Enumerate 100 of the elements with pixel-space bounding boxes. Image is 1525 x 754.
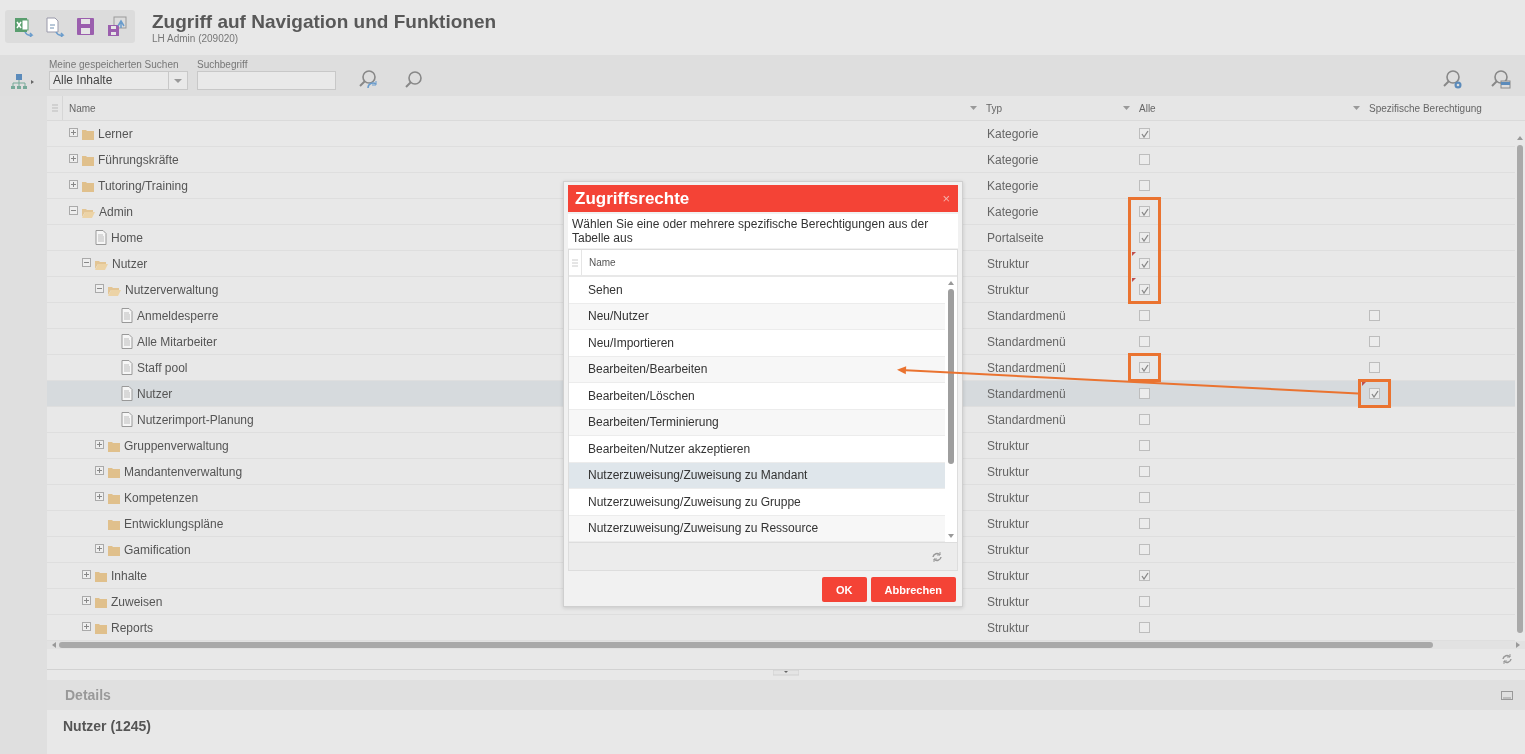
permission-row[interactable]: Nutzerzuweisung/Zuweisung zu Mandant [569,462,945,489]
checkbox[interactable] [1139,596,1150,607]
field-label: Meine gespeicherten Suchen [49,59,180,70]
checkbox[interactable] [1139,258,1150,269]
cancel-button[interactable]: Abbrechen [870,577,956,602]
folder-icon [82,153,94,166]
tree-row[interactable]: Lerner [47,121,980,147]
collapse-icon[interactable] [95,284,104,293]
checkbox[interactable] [1139,336,1150,347]
expand-icon[interactable] [82,570,91,579]
permission-row[interactable]: Neu/Importieren [569,330,945,357]
save-upload-icon[interactable] [106,16,127,37]
expand-icon[interactable] [82,622,91,631]
checkbox[interactable] [1369,310,1380,321]
scroll-right-icon[interactable] [1516,642,1520,648]
permission-row[interactable]: Sehen [569,277,945,304]
permission-label: Bearbeiten/Bearbeiten [588,362,708,377]
expand-icon[interactable] [95,544,104,553]
tree-view-icon[interactable] [10,73,35,90]
checkbox[interactable] [1369,336,1380,347]
checkbox[interactable] [1139,388,1150,399]
page-icon [121,360,133,375]
checkbox[interactable] [1369,362,1380,373]
tree-item-label: Nutzerverwaltung [125,282,219,297]
permission-row[interactable]: Nutzerzuweisung/Zuweisung zu Gruppe [569,489,945,516]
type-cell: Struktur [987,516,1029,531]
collapse-icon[interactable] [82,258,91,267]
column-header[interactable]: Spezifische Berechtigung [1363,102,1482,114]
type-cell: Struktur [987,464,1029,479]
checkbox[interactable] [1139,180,1150,191]
expand-icon[interactable] [95,466,104,475]
save-search-icon[interactable] [1490,69,1511,90]
column-header[interactable]: Name [63,102,96,114]
expand-icon[interactable] [69,154,78,163]
filter-caret-icon[interactable] [970,106,977,110]
type-cell: Kategorie [987,126,1039,141]
expand-icon[interactable] [69,180,78,189]
checkbox[interactable] [1139,414,1150,425]
tree-item-label: Nutzerimport-Planung [137,412,254,427]
permission-row[interactable]: Nutzerzuweisung/Zuweisung zu Ressource [569,515,945,542]
tree-item-label: Staff pool [137,360,188,375]
permission-row[interactable]: Bearbeiten/Bearbeiten [569,356,945,383]
ok-button[interactable]: OK [822,577,867,602]
permission-row[interactable]: Bearbeiten/Löschen [569,383,945,410]
type-cell: Struktur [987,490,1029,505]
expand-icon[interactable] [82,596,91,605]
minimize-panel-icon[interactable] [1501,690,1513,700]
column-header[interactable]: Typ [980,102,1003,114]
horizontal-scrollbar[interactable] [47,641,1525,649]
page-icon [95,230,107,245]
column-header[interactable]: Alle [1133,102,1156,114]
permission-label: Bearbeiten/Löschen [588,388,695,403]
checkbox[interactable] [1139,310,1150,321]
expand-icon[interactable] [95,492,104,501]
dropdown-caret-icon [173,77,183,84]
checkbox[interactable] [1139,128,1150,139]
checkbox[interactable] [1139,206,1150,217]
type-cell: Struktur [987,620,1029,635]
tree-row[interactable]: Führungskräfte [47,147,980,173]
tree-item-label: Nutzer [112,256,148,271]
folder-icon [82,127,94,140]
type-cell: Standardmenü [987,412,1066,427]
search-icon[interactable] [404,70,424,90]
filter-caret-icon[interactable] [1123,106,1130,110]
refresh-icon[interactable] [1501,653,1513,665]
search-reset-icon[interactable] [358,69,378,90]
checkbox[interactable] [1139,544,1150,555]
checkbox[interactable] [1139,466,1150,477]
checkbox[interactable] [1139,362,1150,373]
checkbox[interactable] [1139,154,1150,165]
checkbox[interactable] [1139,232,1150,243]
checkbox[interactable] [1139,284,1150,295]
expand-icon[interactable] [69,128,78,137]
splitter-handle-icon[interactable] [773,670,799,676]
folder-icon [108,439,120,452]
checkbox[interactable] [1139,570,1150,581]
tree-item-label: Zuweisen [111,594,163,609]
refresh-icon[interactable] [931,550,943,563]
column-header[interactable]: Name [589,257,616,268]
tree-item-label: Mandantenverwaltung [124,464,243,479]
permission-row[interactable]: Neu/Nutzer [569,303,945,330]
folder-icon [95,595,107,608]
permission-row[interactable]: Bearbeiten/Nutzer akzeptieren [569,436,945,463]
search-settings-icon[interactable] [1442,69,1463,90]
permission-row[interactable]: Bearbeiten/Terminierung [569,409,945,436]
checkbox[interactable] [1139,622,1150,633]
checkbox[interactable] [1139,440,1150,451]
expand-icon[interactable] [95,440,104,449]
search-field[interactable] [197,71,336,90]
scroll-left-icon[interactable] [52,642,56,648]
filter-caret-icon[interactable] [1353,106,1360,110]
collapse-icon[interactable] [69,206,78,215]
checkbox[interactable] [1369,388,1380,399]
checkbox[interactable] [1139,518,1150,529]
save-icon[interactable] [75,16,96,37]
folder-icon [108,465,120,478]
document-export-icon[interactable] [44,16,65,37]
saved-search-dropdown[interactable]: Alle Inhalte [49,71,188,90]
excel-export-icon[interactable] [13,16,34,37]
checkbox[interactable] [1139,492,1150,503]
